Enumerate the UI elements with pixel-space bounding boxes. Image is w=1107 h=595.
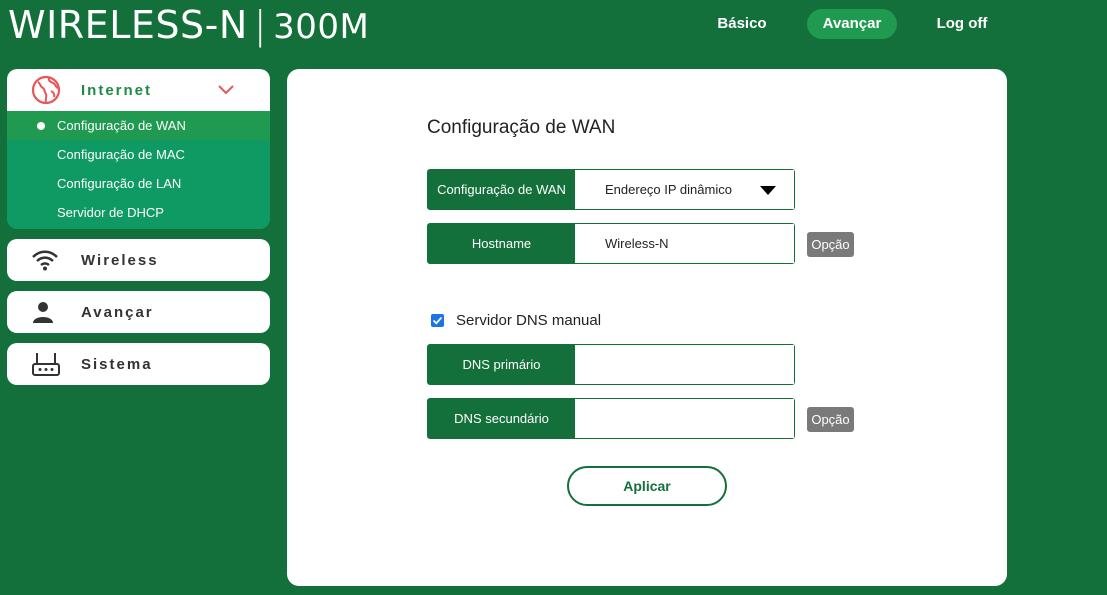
submenu-wan-config[interactable]: Configuração de WAN bbox=[7, 111, 270, 140]
nav-advanced-button[interactable]: Avançar bbox=[807, 9, 897, 39]
chevron-down-icon bbox=[218, 82, 234, 100]
dns-secondary-label: DNS secundário bbox=[428, 399, 575, 438]
dns-manual-toggle[interactable]: Servidor DNS manual bbox=[431, 312, 601, 329]
wan-type-value[interactable]: Endereço IP dinâmico bbox=[575, 170, 794, 209]
hostname-input[interactable] bbox=[575, 224, 794, 263]
sidebar-item-internet[interactable]: Internet bbox=[7, 69, 270, 111]
sidebar-item-label: Wireless bbox=[81, 251, 159, 269]
dns-manual-label: Servidor DNS manual bbox=[456, 312, 602, 329]
sidebar-item-label: Avançar bbox=[81, 303, 154, 321]
header: WIRELESS-N | 300M Básico Avançar Log off bbox=[0, 0, 1107, 56]
sidebar-item-label: Internet bbox=[81, 81, 153, 99]
sidebar-group-internet: Internet Configuração de WAN Configuraçã… bbox=[7, 69, 270, 229]
apply-button[interactable]: Aplicar bbox=[567, 466, 727, 506]
hostname-label: Hostname bbox=[428, 224, 575, 263]
sidebar-item-system[interactable]: Sistema bbox=[7, 343, 270, 385]
sidebar: Internet Configuração de WAN Configuraçã… bbox=[7, 69, 270, 395]
dns-primary-field: DNS primário bbox=[427, 344, 795, 385]
dns-manual-checkbox[interactable] bbox=[431, 314, 444, 327]
submenu-mac-config[interactable]: Configuração de MAC bbox=[7, 140, 270, 169]
wan-type-select[interactable]: Configuração de WAN Endereço IP dinâmico bbox=[427, 169, 795, 210]
hostname-option-button[interactable]: Opção bbox=[807, 232, 854, 257]
dns-primary-input[interactable] bbox=[575, 345, 794, 384]
router-icon bbox=[31, 349, 71, 379]
globe-icon bbox=[31, 75, 71, 105]
wifi-icon bbox=[31, 245, 71, 275]
brand-main: WIRELESS-N bbox=[8, 3, 248, 47]
wan-type-selected: Endereço IP dinâmico bbox=[605, 182, 732, 197]
hostname-field: Hostname bbox=[427, 223, 795, 264]
submenu-dhcp-server[interactable]: Servidor de DHCP bbox=[7, 198, 270, 227]
internet-submenu: Configuração de WAN Configuração de MAC … bbox=[7, 111, 270, 229]
dns-primary-label: DNS primário bbox=[428, 345, 575, 384]
nav-basic-button[interactable]: Básico bbox=[700, 9, 784, 39]
wan-type-label: Configuração de WAN bbox=[428, 170, 575, 209]
page-title: Configuração de WAN bbox=[427, 117, 616, 138]
dns-option-button[interactable]: Opção bbox=[807, 407, 854, 432]
user-icon bbox=[31, 297, 71, 327]
sidebar-item-label: Sistema bbox=[81, 355, 153, 373]
submenu-lan-config[interactable]: Configuração de LAN bbox=[7, 169, 270, 198]
checkmark-icon bbox=[432, 316, 443, 325]
dns-secondary-input[interactable] bbox=[575, 399, 794, 438]
sidebar-item-advanced[interactable]: Avançar bbox=[7, 291, 270, 333]
content-panel: Configuração de WAN Configuração de WAN … bbox=[287, 69, 1007, 586]
brand-sub: 300M bbox=[273, 7, 370, 47]
nav-logoff-button[interactable]: Log off bbox=[922, 9, 1002, 39]
dropdown-arrow-icon[interactable] bbox=[760, 186, 776, 195]
sidebar-item-wireless[interactable]: Wireless bbox=[7, 239, 270, 281]
dns-secondary-field: DNS secundário bbox=[427, 398, 795, 439]
brand-logo: WIRELESS-N | 300M bbox=[8, 3, 369, 47]
brand-separator: | bbox=[253, 3, 268, 47]
